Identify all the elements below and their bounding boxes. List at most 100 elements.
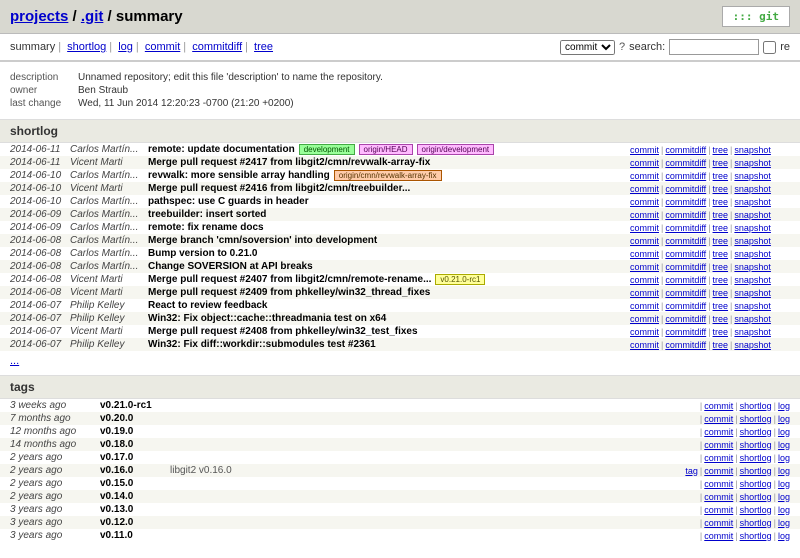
action-commit[interactable]: commit bbox=[630, 262, 659, 272]
action-commitdiff[interactable]: commitdiff bbox=[665, 145, 706, 155]
action-tree[interactable]: tree bbox=[713, 158, 729, 168]
action-shortlog[interactable]: shortlog bbox=[740, 492, 772, 502]
action-tree[interactable]: tree bbox=[713, 262, 729, 272]
commit-subject[interactable]: Bump version to 0.21.0 bbox=[148, 248, 630, 259]
action-commit[interactable]: commit bbox=[704, 531, 733, 541]
action-commit[interactable]: commit bbox=[704, 518, 733, 528]
action-commitdiff[interactable]: commitdiff bbox=[665, 275, 706, 285]
action-commit[interactable]: commit bbox=[704, 414, 733, 424]
git-logo[interactable]: ::: git bbox=[722, 6, 790, 27]
action-shortlog[interactable]: shortlog bbox=[740, 479, 772, 489]
action-commit[interactable]: commit bbox=[630, 197, 659, 207]
action-snapshot[interactable]: snapshot bbox=[734, 314, 771, 324]
action-shortlog[interactable]: shortlog bbox=[740, 505, 772, 515]
commit-subject[interactable]: Merge branch 'cmn/soversion' into develo… bbox=[148, 235, 630, 246]
action-commit[interactable]: commit bbox=[704, 401, 733, 411]
action-commit[interactable]: commit bbox=[630, 340, 659, 350]
action-commit[interactable]: commit bbox=[630, 288, 659, 298]
tag-name[interactable]: v0.14.0 bbox=[100, 491, 170, 502]
action-shortlog[interactable]: shortlog bbox=[740, 427, 772, 437]
nav-shortlog[interactable]: shortlog bbox=[67, 41, 106, 53]
commit-subject[interactable]: Change SOVERSION at API breaks bbox=[148, 261, 630, 272]
action-commitdiff[interactable]: commitdiff bbox=[665, 184, 706, 194]
ref-badge[interactable]: development bbox=[299, 144, 355, 155]
action-commitdiff[interactable]: commitdiff bbox=[665, 288, 706, 298]
tag-name[interactable]: v0.17.0 bbox=[100, 452, 170, 463]
action-commit[interactable]: commit bbox=[630, 236, 659, 246]
action-shortlog[interactable]: shortlog bbox=[740, 453, 772, 463]
breadcrumb-projects[interactable]: projects bbox=[10, 8, 68, 25]
action-commitdiff[interactable]: commitdiff bbox=[665, 249, 706, 259]
action-commit[interactable]: commit bbox=[704, 440, 733, 450]
tag-name[interactable]: v0.13.0 bbox=[100, 504, 170, 515]
action-commit[interactable]: commit bbox=[704, 466, 733, 476]
action-log[interactable]: log bbox=[778, 505, 790, 515]
action-commit[interactable]: commit bbox=[630, 171, 659, 181]
action-snapshot[interactable]: snapshot bbox=[734, 158, 771, 168]
action-snapshot[interactable]: snapshot bbox=[734, 236, 771, 246]
commit-subject[interactable]: remote: update documentation development… bbox=[148, 144, 630, 155]
action-commit[interactable]: commit bbox=[630, 223, 659, 233]
commit-subject[interactable]: Merge pull request #2416 from libgit2/cm… bbox=[148, 183, 630, 194]
action-snapshot[interactable]: snapshot bbox=[734, 223, 771, 233]
action-snapshot[interactable]: snapshot bbox=[734, 145, 771, 155]
commit-subject[interactable]: remote: fix rename docs bbox=[148, 222, 630, 233]
tag-name[interactable]: v0.11.0 bbox=[100, 530, 170, 541]
action-tree[interactable]: tree bbox=[713, 223, 729, 233]
action-commit[interactable]: commit bbox=[704, 492, 733, 502]
action-commit[interactable]: commit bbox=[630, 158, 659, 168]
commit-subject[interactable]: Win32: Fix diff::workdir::submodules tes… bbox=[148, 339, 630, 350]
nav-commit[interactable]: commit bbox=[145, 41, 180, 53]
action-commit[interactable]: commit bbox=[704, 479, 733, 489]
commit-subject[interactable]: revwalk: more sensible array handling or… bbox=[148, 170, 630, 181]
tag-name[interactable]: v0.20.0 bbox=[100, 413, 170, 424]
action-shortlog[interactable]: shortlog bbox=[740, 531, 772, 541]
action-tree[interactable]: tree bbox=[713, 340, 729, 350]
action-snapshot[interactable]: snapshot bbox=[734, 171, 771, 181]
action-commit[interactable]: commit bbox=[630, 275, 659, 285]
commit-subject[interactable]: Merge pull request #2408 from phkelley/w… bbox=[148, 326, 630, 337]
action-shortlog[interactable]: shortlog bbox=[740, 518, 772, 528]
action-commit[interactable]: commit bbox=[630, 249, 659, 259]
action-commit[interactable]: commit bbox=[630, 314, 659, 324]
action-tag[interactable]: tag bbox=[685, 466, 698, 476]
action-snapshot[interactable]: snapshot bbox=[734, 288, 771, 298]
action-log[interactable]: log bbox=[778, 479, 790, 489]
action-shortlog[interactable]: shortlog bbox=[740, 440, 772, 450]
action-snapshot[interactable]: snapshot bbox=[734, 210, 771, 220]
nav-commitdiff[interactable]: commitdiff bbox=[192, 41, 242, 53]
action-log[interactable]: log bbox=[778, 401, 790, 411]
action-shortlog[interactable]: shortlog bbox=[740, 401, 772, 411]
action-commitdiff[interactable]: commitdiff bbox=[665, 262, 706, 272]
action-commitdiff[interactable]: commitdiff bbox=[665, 223, 706, 233]
action-log[interactable]: log bbox=[778, 531, 790, 541]
commit-subject[interactable]: treebuilder: insert sorted bbox=[148, 209, 630, 220]
nav-log[interactable]: log bbox=[118, 41, 133, 53]
action-commit[interactable]: commit bbox=[704, 453, 733, 463]
action-commit[interactable]: commit bbox=[630, 327, 659, 337]
action-snapshot[interactable]: snapshot bbox=[734, 197, 771, 207]
action-commitdiff[interactable]: commitdiff bbox=[665, 210, 706, 220]
action-commitdiff[interactable]: commitdiff bbox=[665, 158, 706, 168]
action-tree[interactable]: tree bbox=[713, 275, 729, 285]
action-tree[interactable]: tree bbox=[713, 210, 729, 220]
search-input[interactable] bbox=[669, 39, 759, 55]
tag-name[interactable]: v0.19.0 bbox=[100, 426, 170, 437]
ref-badge[interactable]: origin/cmn/revwalk-array-fix bbox=[334, 170, 442, 181]
commit-subject[interactable]: React to review feedback bbox=[148, 300, 630, 311]
tag-name[interactable]: v0.21.0-rc1 bbox=[100, 400, 170, 411]
commit-subject[interactable]: Win32: Fix object::cache::threadmania te… bbox=[148, 313, 630, 324]
action-commitdiff[interactable]: commitdiff bbox=[665, 327, 706, 337]
action-commitdiff[interactable]: commitdiff bbox=[665, 171, 706, 181]
breadcrumb-repo[interactable]: .git bbox=[81, 8, 104, 25]
tag-name[interactable]: v0.12.0 bbox=[100, 517, 170, 528]
action-shortlog[interactable]: shortlog bbox=[740, 414, 772, 424]
help-icon[interactable]: ? bbox=[619, 41, 625, 53]
commit-subject[interactable]: Merge pull request #2409 from phkelley/w… bbox=[148, 287, 630, 298]
action-commitdiff[interactable]: commitdiff bbox=[665, 301, 706, 311]
search-type-select[interactable]: commit bbox=[560, 40, 615, 55]
action-log[interactable]: log bbox=[778, 414, 790, 424]
action-snapshot[interactable]: snapshot bbox=[734, 275, 771, 285]
action-log[interactable]: log bbox=[778, 466, 790, 476]
action-tree[interactable]: tree bbox=[713, 249, 729, 259]
